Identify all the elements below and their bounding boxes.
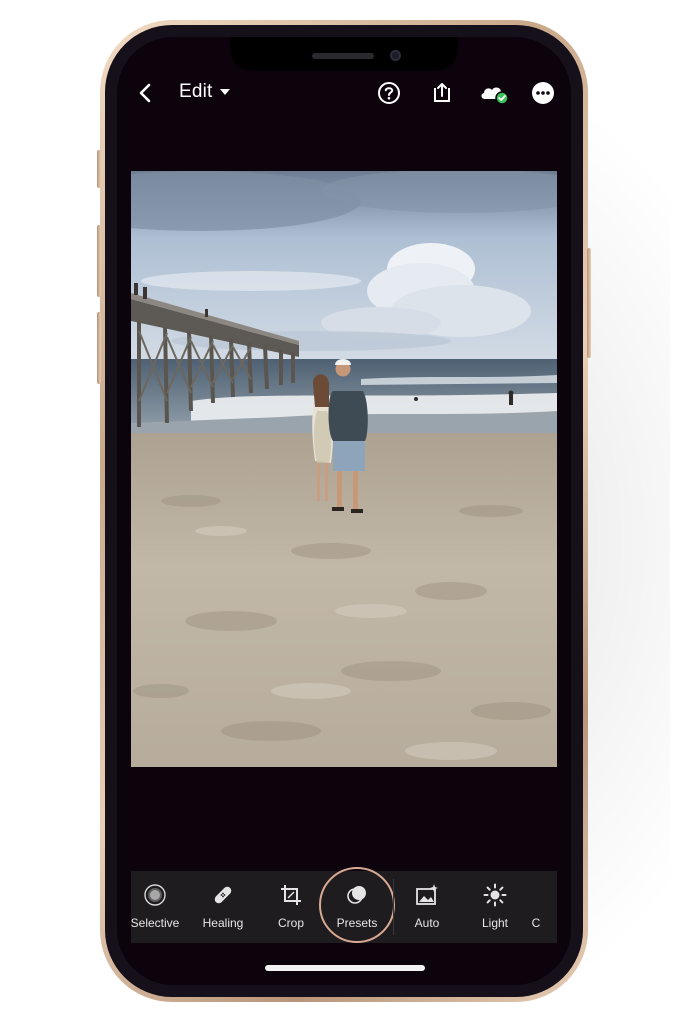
crop-icon — [281, 885, 301, 905]
cloud-synced-icon[interactable] — [477, 79, 511, 107]
beach-photo[interactable] — [131, 171, 557, 767]
edit-toolbar: Selective Healing Crop Presets Auto Ligh… — [131, 867, 557, 943]
presets-icon — [347, 886, 366, 904]
tool-presets[interactable]: Presets — [323, 871, 391, 943]
tool-auto[interactable]: Auto — [393, 871, 461, 943]
healing-bandage-icon — [214, 886, 232, 904]
help-icon[interactable] — [375, 79, 403, 107]
volume-down-button — [97, 312, 101, 384]
speaker-grille — [312, 53, 374, 59]
more-icon[interactable] — [529, 79, 557, 107]
tool-label: Crop — [277, 916, 304, 930]
edit-mode-title[interactable]: Edit — [179, 81, 213, 103]
share-icon[interactable] — [428, 79, 456, 107]
tool-healing[interactable]: Healing — [189, 871, 257, 943]
tool-label: Auto — [414, 916, 440, 930]
tool-crop[interactable]: Crop — [257, 871, 325, 943]
tool-label: Healing — [202, 916, 244, 930]
front-camera — [390, 50, 401, 61]
light-sun-icon — [483, 883, 507, 907]
mute-switch — [97, 150, 101, 188]
tool-partial-next[interactable]: C — [515, 871, 557, 943]
power-button — [587, 248, 591, 358]
selective-icon — [144, 884, 166, 906]
top-bar: Edit — [117, 73, 571, 113]
app-screen: Edit Selective Healing Crop Presets Auto… — [117, 37, 571, 985]
notch — [230, 37, 458, 71]
tool-label: Presets — [336, 916, 378, 930]
chevron-down-icon[interactable] — [220, 89, 230, 95]
tool-label: C — [531, 916, 541, 930]
back-chevron-icon[interactable] — [135, 81, 157, 105]
auto-icon — [416, 884, 438, 905]
tool-label: Selective — [130, 916, 180, 930]
home-indicator[interactable] — [265, 965, 425, 971]
volume-up-button — [97, 225, 101, 297]
tool-selective[interactable]: Selective — [121, 871, 189, 943]
